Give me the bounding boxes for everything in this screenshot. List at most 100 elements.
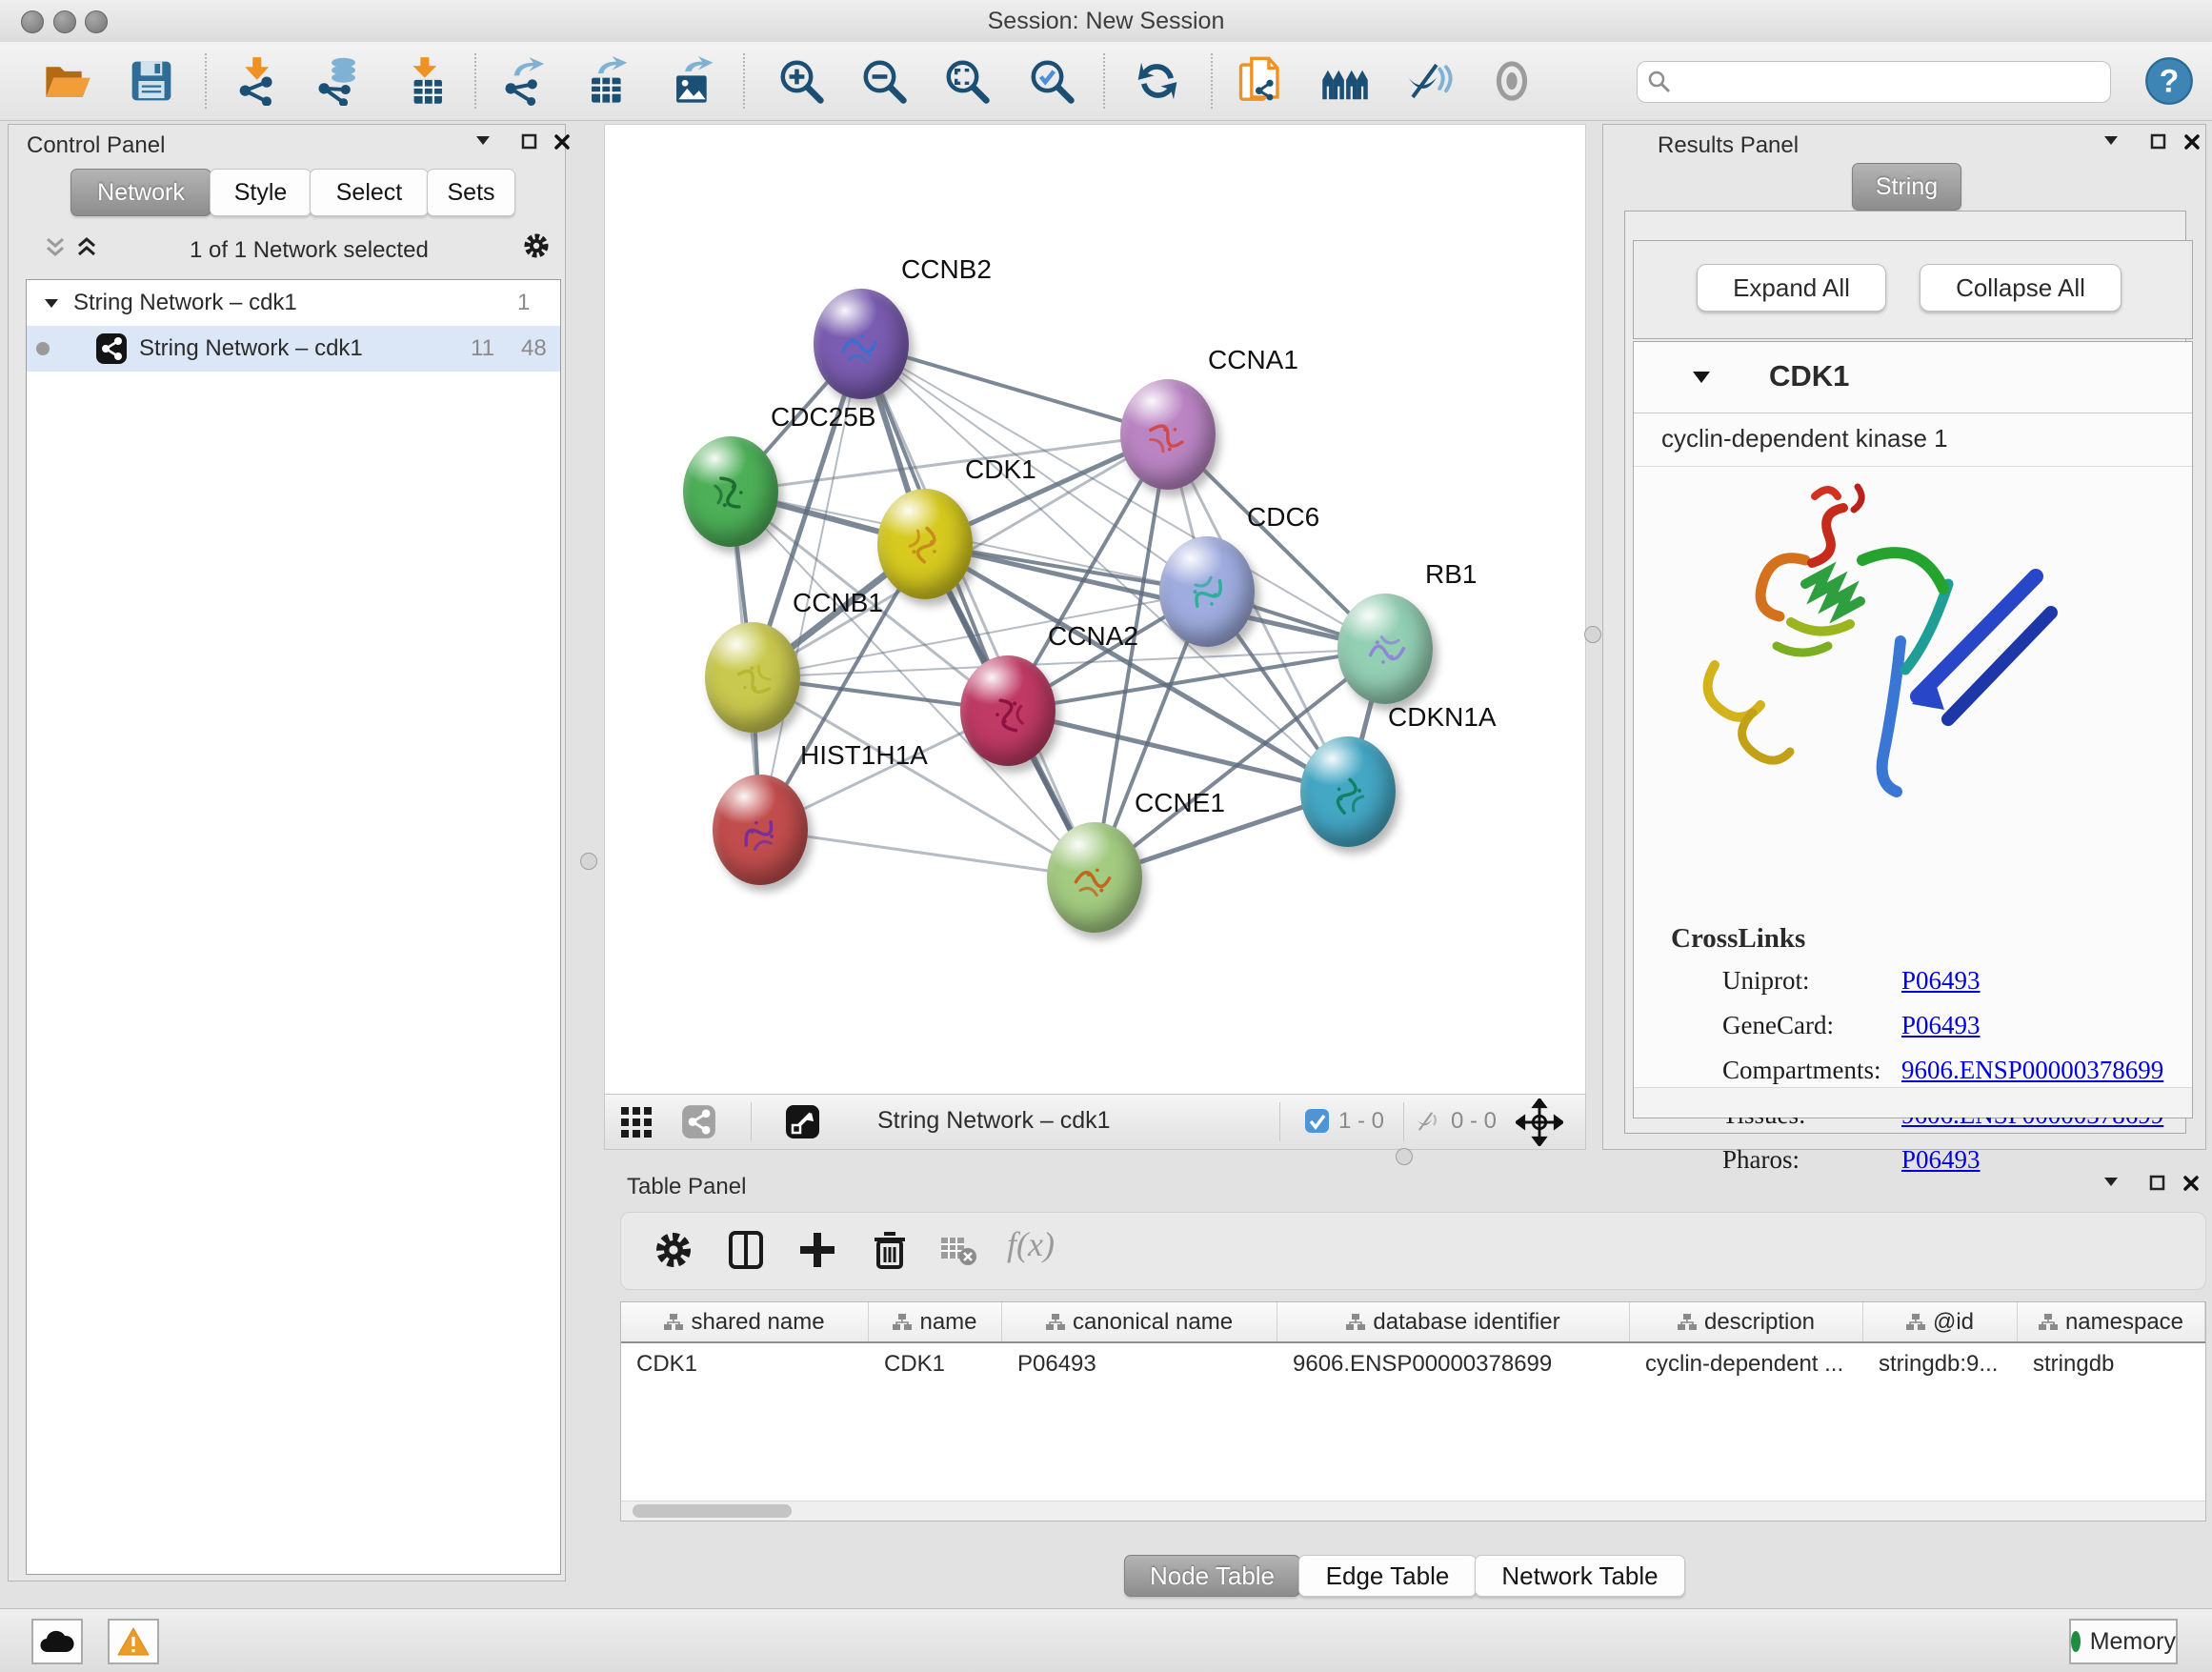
network-edge[interactable] bbox=[925, 544, 1385, 649]
network-options-gear-icon[interactable] bbox=[522, 232, 551, 260]
first-neighbors-icon[interactable] bbox=[1320, 56, 1370, 106]
tab-network-table[interactable]: Network Table bbox=[1475, 1555, 1685, 1597]
column-header-description[interactable]: description bbox=[1630, 1302, 1863, 1341]
cloud-status-icon[interactable] bbox=[31, 1619, 83, 1664]
birdseye-view-icon[interactable] bbox=[785, 1104, 820, 1144]
table-cell[interactable]: stringdb:9... bbox=[1863, 1343, 2018, 1384]
tab-string[interactable]: String bbox=[1852, 163, 1961, 211]
zoom-out-icon[interactable] bbox=[859, 56, 909, 106]
results-panel-collapse-icon[interactable] bbox=[2101, 132, 2124, 153]
crosslink-link[interactable]: P06493 bbox=[1901, 966, 1981, 996]
table-cell[interactable]: P06493 bbox=[1002, 1343, 1277, 1384]
column-header-database-identifier[interactable]: database identifier bbox=[1277, 1302, 1630, 1341]
right-splitter-handle[interactable] bbox=[1584, 626, 1601, 643]
zoom-in-icon[interactable] bbox=[776, 56, 826, 106]
delete-column-icon[interactable] bbox=[868, 1228, 914, 1274]
protein-collapse-icon[interactable] bbox=[1691, 369, 1712, 385]
results-panel-close-icon[interactable] bbox=[2182, 132, 2205, 153]
selected-checkbox-icon[interactable] bbox=[1304, 1108, 1330, 1138]
table-cell[interactable]: cyclin-dependent ... bbox=[1630, 1343, 1863, 1384]
add-column-icon[interactable] bbox=[795, 1228, 841, 1274]
table-cell[interactable]: CDK1 bbox=[621, 1343, 869, 1384]
export-image-icon[interactable] bbox=[668, 56, 717, 106]
control-panel-close-icon[interactable] bbox=[553, 132, 575, 153]
scrollbar-thumb[interactable] bbox=[633, 1504, 792, 1518]
expand-all-button[interactable]: Expand All bbox=[1697, 264, 1886, 312]
collapse-all-networks-icon[interactable] bbox=[44, 235, 67, 256]
table-panel-close-icon[interactable] bbox=[2182, 1174, 2204, 1195]
import-database-icon[interactable] bbox=[314, 56, 364, 106]
network-edge[interactable] bbox=[1008, 711, 1348, 792]
search-input[interactable] bbox=[1679, 65, 2102, 97]
protein-node-cdc6[interactable] bbox=[1159, 536, 1255, 647]
protein-node-rb1[interactable] bbox=[1337, 594, 1433, 704]
control-panel-collapse-icon[interactable] bbox=[473, 132, 496, 153]
pan-crosshair-icon[interactable] bbox=[1516, 1098, 1563, 1151]
save-session-icon[interactable] bbox=[127, 56, 176, 106]
protein-node-ccna2[interactable] bbox=[960, 655, 1056, 766]
import-network-icon[interactable] bbox=[234, 56, 284, 106]
protein-node-cdc25b[interactable] bbox=[683, 436, 778, 547]
tree-expand-icon[interactable] bbox=[43, 296, 60, 310]
tab-select[interactable]: Select bbox=[310, 169, 429, 216]
table-horizontal-scrollbar[interactable] bbox=[621, 1501, 2205, 1521]
network-collection-row[interactable]: String Network – cdk1 1 bbox=[27, 280, 560, 326]
protein-node-ccnb1[interactable] bbox=[705, 622, 800, 733]
table-cell[interactable]: 9606.ENSP00000378699 bbox=[1277, 1343, 1630, 1384]
column-header-shared-name[interactable]: shared name bbox=[621, 1302, 869, 1341]
hide-selected-icon[interactable] bbox=[1404, 56, 1454, 106]
column-header-namespace[interactable]: namespace bbox=[2018, 1302, 2205, 1341]
crosslink-link[interactable]: P06493 bbox=[1901, 1011, 1981, 1040]
protein-node-ccne1[interactable] bbox=[1047, 822, 1142, 933]
network-row-selected[interactable]: String Network – cdk1 11 48 bbox=[27, 326, 560, 372]
results-panel-float-icon[interactable] bbox=[2149, 132, 2172, 153]
expand-all-networks-icon[interactable] bbox=[75, 235, 98, 256]
protein-node-hist1h1a[interactable] bbox=[713, 775, 808, 885]
table-row[interactable]: CDK1CDK1P064939606.ENSP00000378699cyclin… bbox=[621, 1343, 2205, 1384]
protein-node-cdkn1a[interactable] bbox=[1300, 736, 1396, 847]
protein-structure-thumbnail bbox=[892, 514, 958, 580]
column-header--id[interactable]: @id bbox=[1863, 1302, 2018, 1341]
table-panel: Table Panel f(x) shared namenamecanonica… bbox=[604, 1164, 2204, 1580]
column-header-canonical-name[interactable]: canonical name bbox=[1002, 1302, 1277, 1341]
zoom-fit-icon[interactable] bbox=[942, 56, 992, 106]
export-table-icon[interactable] bbox=[583, 56, 633, 106]
protein-node-ccnb2[interactable] bbox=[814, 289, 909, 399]
protein-node-ccna1[interactable] bbox=[1120, 379, 1216, 490]
tab-network[interactable]: Network bbox=[70, 169, 211, 216]
memory-button[interactable]: Memory bbox=[2069, 1619, 2178, 1664]
table-panel-collapse-icon[interactable] bbox=[2101, 1174, 2124, 1195]
horizontal-splitter-handle[interactable] bbox=[1396, 1148, 1413, 1165]
tab-sets[interactable]: Sets bbox=[427, 169, 515, 216]
clone-network-icon[interactable] bbox=[1237, 56, 1286, 106]
tab-node-table[interactable]: Node Table bbox=[1124, 1555, 1300, 1597]
tab-style[interactable]: Style bbox=[210, 169, 312, 216]
left-splitter-handle[interactable] bbox=[580, 853, 597, 870]
protein-header-row[interactable]: CDK1 bbox=[1634, 342, 2192, 413]
grid-view-icon[interactable] bbox=[620, 1106, 653, 1143]
show-columns-icon[interactable] bbox=[724, 1228, 770, 1274]
column-header-name[interactable]: name bbox=[869, 1302, 1002, 1341]
help-icon[interactable]: ? bbox=[2144, 56, 2194, 106]
show-all-icon[interactable] bbox=[1487, 56, 1537, 106]
zoom-selected-icon[interactable] bbox=[1027, 56, 1076, 106]
open-session-icon[interactable] bbox=[43, 56, 92, 106]
export-network-icon[interactable] bbox=[501, 56, 551, 106]
network-edge[interactable] bbox=[861, 344, 1095, 877]
network-view-share-icon[interactable] bbox=[681, 1104, 716, 1144]
collapse-all-button[interactable]: Collapse All bbox=[1920, 264, 2122, 312]
import-table-icon[interactable] bbox=[401, 56, 451, 106]
table-panel-float-icon[interactable] bbox=[2148, 1174, 2171, 1195]
warning-status-icon[interactable] bbox=[108, 1619, 159, 1664]
network-edge[interactable] bbox=[760, 830, 1095, 877]
control-panel-float-icon[interactable] bbox=[520, 132, 543, 153]
tab-edge-table[interactable]: Edge Table bbox=[1298, 1555, 1477, 1597]
refresh-layout-icon[interactable] bbox=[1133, 56, 1182, 106]
table-settings-gear-icon[interactable] bbox=[652, 1228, 697, 1274]
protein-node-cdk1[interactable] bbox=[877, 489, 973, 599]
network-canvas[interactable]: CCNB2CCNA1CDC25BCDK1CDC6RB1CCNB1CCNA2CDK… bbox=[604, 124, 1586, 1096]
crosslink-link[interactable]: 9606.ENSP00000378699 bbox=[1901, 1056, 2163, 1085]
table-cell[interactable]: CDK1 bbox=[869, 1343, 1002, 1384]
protein-section-scroll-strip[interactable] bbox=[1634, 1087, 2192, 1118]
table-cell[interactable]: stringdb bbox=[2018, 1343, 2205, 1384]
